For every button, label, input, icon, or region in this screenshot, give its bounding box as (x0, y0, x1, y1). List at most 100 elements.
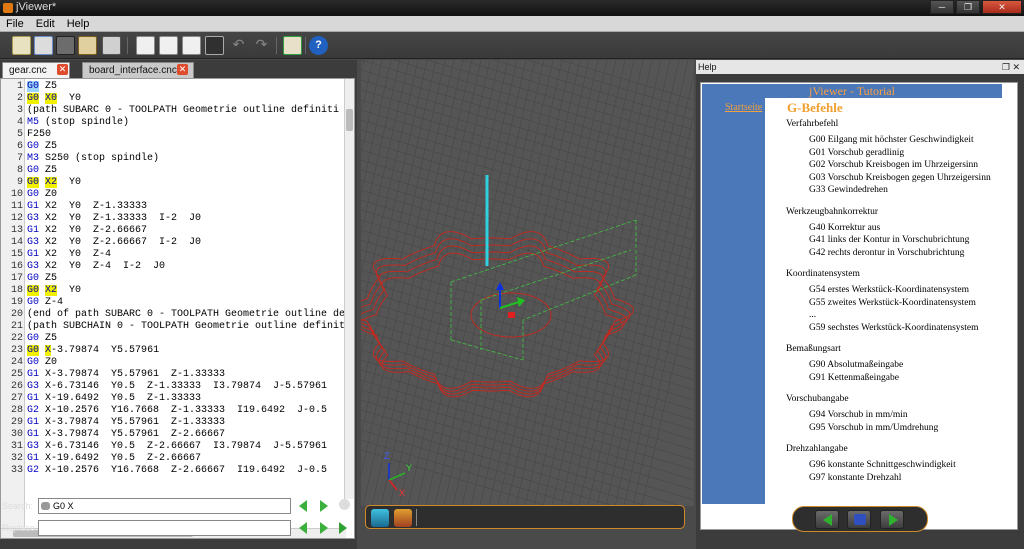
code-line[interactable]: 3 (path SUBARC 0 - TOOLPATH Geometrie out… (1, 105, 341, 117)
code-line[interactable]: 28 G2 X-10.2576 Y16.7668 Z-1.33333 I19.64… (1, 405, 341, 417)
tool-view-icon[interactable] (394, 509, 412, 527)
code-line[interactable]: 29 G1 X-3.79874 Y5.57961 Z-1.33333 (1, 417, 341, 429)
close-help-icon[interactable]: ✕ (1012, 62, 1020, 72)
find-next-button[interactable] (320, 500, 328, 512)
search-input[interactable] (38, 498, 291, 514)
code-line[interactable]: 11 G1 X2 Y0 Z-1.33333 (1, 201, 341, 213)
line-number: 14 (10, 237, 23, 248)
settings-icon[interactable] (339, 499, 350, 510)
menu-help[interactable]: Help (61, 16, 96, 31)
search-icon (41, 502, 50, 510)
code-text: X-6.73146 Y0.5 Z-1.33333 I3.79874 J-5.57… (39, 381, 328, 392)
code-line[interactable]: 32 G1 X-19.6492 Y0.5 Z-2.66667 (1, 453, 341, 465)
code-line[interactable]: 1 G0 Z5 (1, 81, 341, 93)
code-line[interactable]: 12 G3 X2 Y0 Z-1.33333 I-2 J0 (1, 213, 341, 225)
find-icon[interactable] (205, 36, 224, 55)
view-toolbar (365, 505, 685, 529)
code-text: Z-4 (39, 297, 64, 308)
open-file-icon[interactable] (34, 36, 53, 55)
print-icon[interactable] (102, 36, 121, 55)
code-line[interactable]: 5 F250 (1, 129, 341, 141)
close-button[interactable]: ✕ (982, 0, 1022, 14)
help-panel-title: Help (698, 62, 717, 72)
help-item: G01 Vorschub geradlinig (809, 147, 905, 158)
help-banner: jViewer - Tutorial (702, 84, 1002, 98)
close-tab-icon[interactable]: ✕ (177, 64, 188, 75)
vertical-scrollbar[interactable] (344, 79, 354, 499)
float-icon[interactable]: ❐ (1002, 62, 1010, 72)
minimize-button[interactable]: ─ (930, 0, 954, 14)
save-icon[interactable] (56, 36, 75, 55)
code-line[interactable]: 10 G0 Z0 (1, 189, 341, 201)
code-line[interactable]: 4 M5 (stop spindle) (1, 117, 341, 129)
edit-icon[interactable] (78, 36, 97, 55)
code-line[interactable]: 13 G1 X2 Y0 Z-2.66667 (1, 225, 341, 237)
menu-edit[interactable]: Edit (30, 16, 61, 31)
g-code-token: G3 (27, 237, 40, 248)
replace-input[interactable] (38, 520, 291, 536)
code-line[interactable]: 33 G2 X-10.2576 Y16.7668 Z-2.66667 I19.64… (1, 465, 341, 477)
find-previous-button[interactable] (299, 500, 307, 512)
code-line[interactable]: 14 G3 X2 Y0 Z-2.66667 I-2 J0 (1, 237, 341, 249)
calculator-icon[interactable] (283, 36, 302, 55)
toolpath-canvas[interactable]: Z Y X (361, 60, 694, 506)
help-forward-button[interactable] (880, 510, 904, 529)
redo-icon[interactable]: ↷ (252, 36, 271, 55)
code-editor[interactable]: 1 G0 Z5 2 G0 X0 Y0 3 (path SUBARC 0 - TOOLPAT… (0, 78, 355, 539)
code-line[interactable]: 16 G3 X2 Y0 Z-4 I-2 J0 (1, 261, 341, 273)
code-text: S250 (stop spindle) (39, 153, 160, 164)
startseite-link[interactable]: Startseite (725, 102, 762, 113)
search-row: Search: (0, 497, 357, 517)
line-number: 25 (10, 369, 23, 380)
code-line[interactable]: 21 (path SUBCHAIN 0 - TOOLPATH Geometrie … (1, 321, 345, 333)
code-line[interactable]: 20 (end of path SUBARC 0 - TOOLPATH Geome… (1, 309, 345, 321)
undo-icon[interactable]: ↶ (229, 36, 248, 55)
help-section-title: Verfahrbefehl (786, 119, 839, 129)
replace-next-button[interactable] (320, 522, 328, 534)
help-back-button[interactable] (815, 510, 839, 529)
code-line[interactable]: 19 G0 Z-4 (1, 297, 341, 309)
menu-file[interactable]: File (0, 16, 30, 31)
code-line[interactable]: 15 G1 X2 Y0 Z-4 (1, 249, 341, 261)
code-line[interactable]: 17 G0 Z5 (1, 273, 341, 285)
code-line[interactable]: 9 G0 X2 Y0 (1, 177, 341, 189)
replace-all-button[interactable] (339, 522, 347, 534)
3d-viewport[interactable]: Z Y X (361, 60, 694, 506)
close-tab-icon[interactable]: ✕ (57, 64, 68, 75)
new-file-icon[interactable] (12, 36, 31, 55)
code-text: X-10.2576 Y16.7668 Z-2.66667 I19.6492 J-… (39, 465, 328, 476)
code-text: X2 Y0 Z-4 I-2 J0 (39, 261, 166, 272)
code-text: Z0 (39, 189, 58, 200)
line-number: 16 (10, 261, 23, 272)
code-line[interactable]: 6 G0 Z5 (1, 141, 341, 153)
copy-icon[interactable] (136, 36, 155, 55)
code-line[interactable]: 31 G3 X-6.73146 Y0.5 Z-2.66667 I3.79874 J… (1, 441, 341, 453)
code-line[interactable]: 8 G0 Z5 (1, 165, 341, 177)
code-line[interactable]: 23 G0 X-3.79874 Y5.57961 (1, 345, 341, 357)
line-number: 15 (10, 249, 23, 260)
replace-previous-button[interactable] (299, 522, 307, 534)
code-text: X-6.73146 Y0.5 Z-2.66667 I3.79874 J-5.57… (39, 441, 328, 452)
cube-view-icon[interactable] (371, 509, 389, 527)
cut-icon[interactable] (159, 36, 178, 55)
code-line[interactable]: 7 M3 S250 (stop spindle) (1, 153, 341, 165)
code-text: X2 Y0 Z-1.33333 (39, 201, 148, 212)
help-icon[interactable]: ? (309, 36, 328, 55)
line-number: 21 (10, 321, 23, 332)
code-line[interactable]: 18 G0 X2 Y0 (1, 285, 341, 297)
g-code-token: G0 (27, 333, 40, 344)
code-line[interactable]: 22 G0 Z5 (1, 333, 341, 345)
help-item: G96 konstante Schnittgeschwindigkeit (809, 460, 956, 470)
code-line[interactable]: 27 G1 X-19.6492 Y0.5 Z-1.33333 (1, 393, 341, 405)
g-code-token: G0 (27, 297, 40, 308)
paste-icon[interactable] (182, 36, 201, 55)
restore-button[interactable]: ❐ (956, 0, 980, 14)
code-line[interactable]: 2 G0 X0 Y0 (1, 93, 341, 105)
code-line[interactable]: 24 G0 Z0 (1, 357, 341, 369)
code-line[interactable]: 26 G3 X-6.73146 Y0.5 Z-1.33333 I3.79874 J… (1, 381, 341, 393)
code-line[interactable]: 25 G1 X-3.79874 Y5.57961 Z-1.33333 (1, 369, 341, 381)
g-code-token: G1 (27, 225, 40, 236)
g-code-token: G1 (27, 369, 40, 380)
code-line[interactable]: 30 G1 X-3.79874 Y5.57961 Z-2.66667 (1, 429, 341, 441)
help-home-button[interactable] (847, 510, 871, 529)
